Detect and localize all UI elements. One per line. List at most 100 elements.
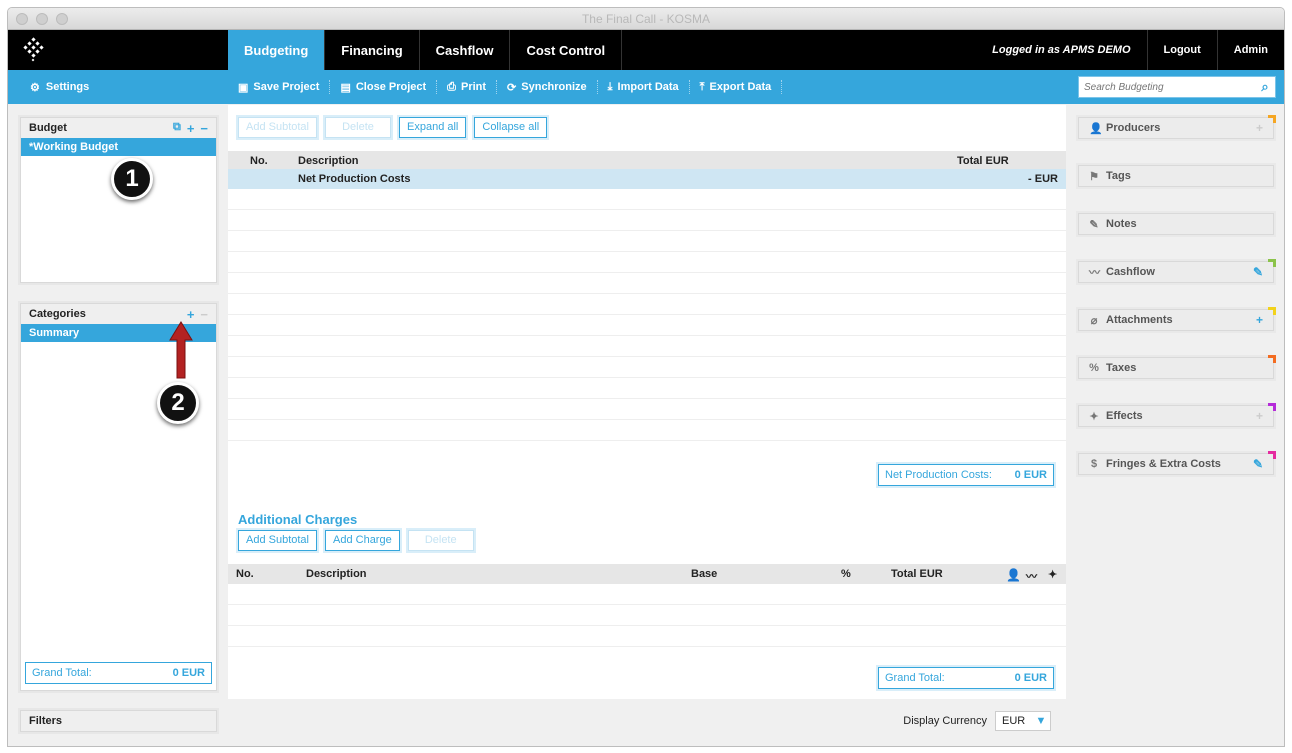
charges-grid-header: No. Description Base % Total EUR 👤 〰 ✦ [228,564,1066,584]
additional-charges-title: Additional Charges [238,512,358,527]
table-row[interactable]: Net Production Costs - EUR [228,169,1066,189]
net-total-value: 0 EUR [1014,469,1047,481]
tab-cashflow[interactable]: Cashflow [420,30,511,70]
grid-header: No. Description Total EUR [228,151,1066,171]
panel-producers[interactable]: 👤 Producers + [1078,115,1276,139]
annotation-arrow-icon [169,321,193,379]
currency-select[interactable]: EUR ▼ [995,711,1051,731]
panel-fringes[interactable]: $ Fringes & Extra Costs ✎ [1078,451,1276,475]
chevron-down-icon: ▼ [1035,715,1047,727]
pencil-icon: ✎ [1089,218,1099,231]
close-window-button[interactable] [16,13,28,25]
tab-budgeting[interactable]: Budgeting [228,30,326,70]
filters-panel[interactable]: Filters [20,710,217,732]
synchronize-button[interactable]: ⟳ Synchronize [497,80,598,94]
empty-row [228,420,1066,441]
remove-category-icon[interactable]: − [200,307,208,322]
col-percent[interactable]: % [841,568,851,580]
panel-notes[interactable]: ✎ Notes [1078,213,1274,235]
search-input[interactable] [1079,81,1255,93]
sparkle-icon: ✦ [1089,410,1099,423]
panel-attachments[interactable]: ⌀ Attachments + [1078,307,1276,331]
delete-button[interactable]: Delete [325,117,391,138]
grand-total-value: 0 EUR [1014,672,1047,684]
callout-1: 1 [111,158,153,200]
synchronize-label: Synchronize [521,81,587,93]
col-total[interactable]: Total EUR [891,568,943,580]
save-project-button[interactable]: ▣ Save Project [228,80,331,94]
settings-label: Settings [45,81,90,93]
copy-budget-icon[interactable]: ⧉ [173,121,181,136]
paperclip-icon: ⌀ [1090,314,1098,327]
panel-label: Effects [1106,410,1143,422]
title-bar: The Final Call - KOSMA [8,8,1284,30]
display-currency-label: Display Currency [903,715,987,727]
add-budget-icon[interactable]: + [187,121,195,136]
trend-icon: 〰 [1089,267,1100,279]
add-charge-button[interactable]: Add Charge [325,530,400,551]
panel-label: Fringes & Extra Costs [1106,458,1221,470]
add-producer-icon[interactable]: + [1256,121,1263,135]
admin-button[interactable]: Admin [1216,30,1284,70]
settings-button[interactable]: ⚙ Settings [8,81,228,94]
collapse-all-button[interactable]: Collapse all [474,117,548,138]
add-attachment-icon[interactable]: + [1256,313,1263,327]
empty-row [228,210,1066,231]
panel-effects[interactable]: ✦ Effects + [1078,403,1276,427]
edit-cashflow-icon[interactable]: ✎ [1253,265,1263,279]
empty-row [228,336,1066,357]
add-subtotal-charges-button[interactable]: Add Subtotal [238,530,317,551]
row-total: - EUR [1028,173,1058,185]
budget-panel-title: Budget [29,122,67,134]
minimize-window-button[interactable] [36,13,48,25]
tab-financing[interactable]: Financing [325,30,420,70]
budget-item-working[interactable]: *Working Budget [21,138,216,156]
budget-panel-header: Budget ⧉ + − [21,118,216,138]
zoom-window-button[interactable] [56,13,68,25]
col-description[interactable]: Description [306,568,367,580]
panel-label: Cashflow [1106,266,1155,278]
budget-panel: Budget ⧉ + − *Working Budget [20,117,217,283]
empty-row [228,273,1066,294]
tab-cost-control[interactable]: Cost Control [510,30,623,70]
empty-row [228,294,1066,315]
empty-row [228,584,1066,605]
add-subtotal-button[interactable]: Add Subtotal [238,117,317,138]
col-no[interactable]: No. [250,155,268,167]
col-description[interactable]: Description [298,155,359,167]
grid-toolbar: Add Subtotal Delete Expand all Collapse … [238,117,548,138]
logout-button[interactable]: Logout [1146,30,1217,70]
search-icon[interactable]: ⌕ [1255,79,1275,95]
panel-label: Tags [1106,170,1131,182]
left-sidebar: Budget ⧉ + − *Working Budget Categories … [8,105,228,746]
close-project-button[interactable]: ▤ Close Project [330,80,438,94]
remove-budget-icon[interactable]: − [200,121,208,136]
expand-all-button[interactable]: Expand all [399,117,467,138]
panel-taxes[interactable]: % Taxes [1078,355,1276,379]
panel-tags[interactable]: ⚑ Tags [1078,165,1274,187]
app-window: The Final Call - KOSMA Budgeting Financi… [7,7,1285,747]
person-icon: 👤 [1089,122,1103,135]
import-data-button[interactable]: ⤓ Import Data [598,80,690,94]
edit-fringes-icon[interactable]: ✎ [1253,457,1263,471]
add-effect-icon[interactable]: + [1256,409,1263,423]
grand-total-label: Grand Total: [32,667,92,679]
sparkle-icon[interactable]: ✦ [1048,568,1057,581]
empty-row [228,231,1066,252]
panel-corner-marker [1268,259,1276,267]
col-no[interactable]: No. [236,568,254,580]
display-currency: Display Currency EUR ▼ [903,711,1051,731]
col-base[interactable]: Base [691,568,717,580]
empty-row [228,378,1066,399]
trend-icon[interactable]: 〰 [1026,568,1037,584]
export-icon: ⤒ [699,80,705,93]
categories-grand-total: Grand Total: 0 EUR [25,662,212,684]
sync-icon: ⟳ [507,81,517,94]
archive-icon: ▤ [340,81,351,94]
panel-cashflow[interactable]: 〰 Cashflow ✎ [1078,259,1276,283]
print-button[interactable]: ⎙ Print [437,80,498,94]
delete-charge-button[interactable]: Delete [407,530,474,551]
col-total[interactable]: Total EUR [957,155,1009,167]
person-icon[interactable]: 👤 [1006,568,1021,582]
export-data-button[interactable]: ⤒ Export Data [690,80,783,94]
